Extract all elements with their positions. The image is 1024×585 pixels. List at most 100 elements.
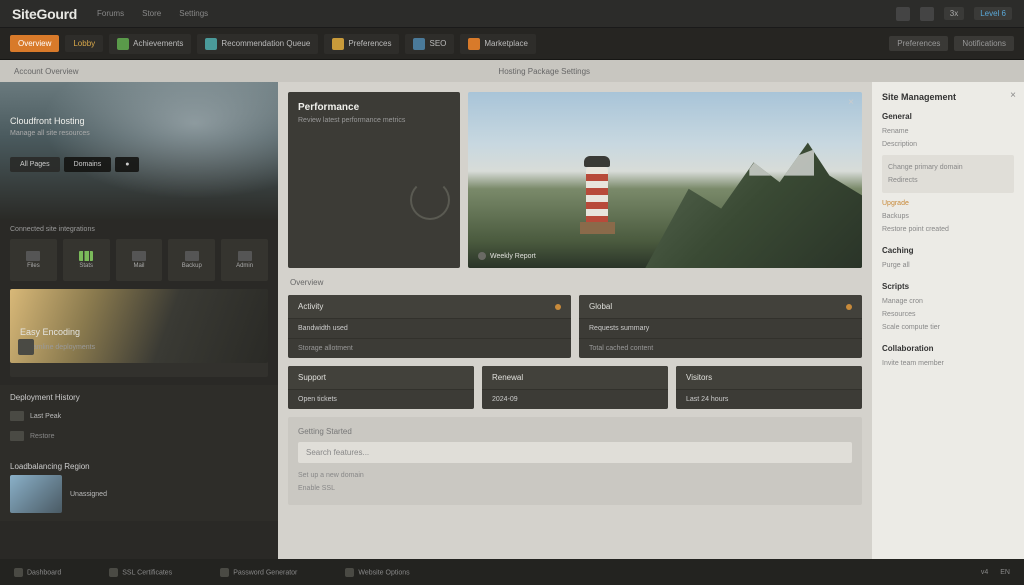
nav-chip[interactable]: Notifications: [954, 36, 1014, 51]
rp-item[interactable]: Rename: [882, 125, 1014, 138]
rp-item[interactable]: Backups: [882, 210, 1014, 223]
rp-item[interactable]: Manage cron: [882, 295, 1014, 308]
header-tab[interactable]: Store: [142, 9, 161, 18]
mail-icon: [132, 251, 146, 261]
sidebar: Cloudfront Hosting Manage all site resou…: [0, 82, 278, 559]
sidebar-row[interactable]: Last Peak: [10, 406, 268, 426]
nav-tab[interactable]: Achievements: [109, 34, 191, 54]
restore-icon: [10, 431, 24, 441]
sidebar-section-title: Loadbalancing Region: [0, 454, 278, 475]
crumb-mid: Hosting Package Settings: [498, 67, 590, 76]
rp-item[interactable]: Purge all: [882, 259, 1014, 272]
rp-item[interactable]: Restore point created: [882, 223, 1014, 236]
list-card: Global Requests summary Total cached con…: [579, 295, 862, 358]
sidebar-mic-icon[interactable]: ●: [115, 157, 139, 172]
footer-meta[interactable]: EN: [1000, 569, 1010, 576]
sidebar-tile[interactable]: Mail: [116, 239, 163, 281]
hero-image[interactable]: Weekly Report ×: [468, 92, 862, 268]
sidebar-label: Connected site integrations: [0, 220, 278, 239]
search-input[interactable]: Search features...: [298, 442, 852, 463]
brand-logo[interactable]: SiteGourd: [12, 6, 77, 22]
rp-section: Scripts: [882, 282, 1014, 291]
footer-meta: v4: [981, 569, 988, 576]
status-dot-icon: [846, 304, 852, 310]
header-chip[interactable]: 3x: [944, 7, 964, 20]
intro-sub: Review latest performance metrics: [298, 117, 450, 124]
rpanel-title: Site Management: [882, 92, 1014, 102]
main-content: Performance Review latest performance me…: [278, 82, 872, 559]
bell-icon[interactable]: [896, 7, 910, 21]
rp-section: Caching: [882, 246, 1014, 255]
footer-link[interactable]: SSL Certificates: [109, 568, 172, 577]
rp-item[interactable]: Change primary domain: [888, 161, 1008, 174]
sidebar-pill[interactable]: All Pages: [10, 157, 60, 172]
sidebar-pill[interactable]: Domains: [64, 157, 112, 172]
sidebar-tile[interactable]: Backup: [168, 239, 215, 281]
list-card: Visitors Last 24 hours: [676, 366, 862, 409]
square-icon: [117, 38, 129, 50]
footer: Dashboard SSL Certificates Password Gene…: [0, 559, 1024, 585]
square-icon: [413, 38, 425, 50]
region-label: Unassigned: [70, 491, 107, 498]
sidebar-tile[interactable]: Stats: [63, 239, 110, 281]
right-panel: × Site Management General Rename Descrip…: [872, 82, 1024, 559]
list-row[interactable]: Storage allotment: [288, 338, 571, 358]
nav-chip[interactable]: Preferences: [889, 36, 948, 51]
help-link[interactable]: Enable SSL: [298, 482, 852, 495]
sidebar-card[interactable]: Easy Encoding Streamline deployments: [10, 289, 268, 377]
help-link[interactable]: Set up a new domain: [298, 469, 852, 482]
card-hero-image: Easy Encoding Streamline deployments: [10, 289, 268, 363]
rp-item-upgrade[interactable]: Upgrade: [882, 197, 1014, 210]
list-row[interactable]: Requests summary: [579, 318, 862, 338]
card-head: Renewal: [492, 373, 523, 382]
list-row[interactable]: 2024-09: [482, 389, 668, 409]
sidebar-row[interactable]: Restore: [10, 426, 268, 446]
breadcrumb: Account Overview Hosting Package Setting…: [0, 60, 1024, 82]
header-tabs: Forums Store Settings: [97, 9, 208, 18]
clock-icon: [10, 411, 24, 421]
section-label: Overview: [288, 276, 862, 287]
footer-link[interactable]: Dashboard: [14, 568, 61, 577]
card-head: Global: [589, 302, 612, 311]
intro-panel: Performance Review latest performance me…: [288, 92, 460, 268]
header-tab[interactable]: Forums: [97, 9, 124, 18]
close-icon[interactable]: ×: [1010, 90, 1016, 101]
list-row[interactable]: Open tickets: [288, 389, 474, 409]
rp-item[interactable]: Redirects: [888, 174, 1008, 187]
nav-tab-lobby[interactable]: Lobby: [65, 35, 103, 52]
card-sub: Streamline deployments: [20, 344, 95, 351]
refresh-icon[interactable]: [920, 7, 934, 21]
crumb-left[interactable]: Account Overview: [14, 67, 78, 76]
list-row[interactable]: Total cached content: [579, 338, 862, 358]
sidebar-tile[interactable]: Files: [10, 239, 57, 281]
list-row[interactable]: Last 24 hours: [676, 389, 862, 409]
nav-tab[interactable]: Recommendation Queue: [197, 34, 318, 54]
list-row[interactable]: Bandwidth used: [288, 318, 571, 338]
region-thumbnail[interactable]: [10, 475, 62, 513]
footer-link[interactable]: Password Generator: [220, 568, 297, 577]
rp-section: Collaboration: [882, 344, 1014, 353]
rp-item[interactable]: Invite team member: [882, 357, 1014, 370]
hero-caption: Weekly Report: [490, 253, 536, 260]
close-icon[interactable]: ×: [846, 98, 856, 108]
rp-item[interactable]: Resources: [882, 308, 1014, 321]
card-head: Visitors: [686, 373, 712, 382]
sidebar-tile[interactable]: Admin: [221, 239, 268, 281]
sidebar-hero-title: Cloudfront Hosting: [10, 116, 268, 126]
footer-link[interactable]: Website Options: [345, 568, 409, 577]
rp-item[interactable]: Scale compute tier: [882, 321, 1014, 334]
header-chip-level[interactable]: Level 6: [974, 7, 1012, 20]
sidebar-hero-sub: Manage all site resources: [10, 130, 268, 137]
intro-title: Performance: [298, 102, 450, 113]
nav-tab[interactable]: Preferences: [324, 34, 399, 54]
loading-icon: [410, 180, 450, 220]
wide-title: Getting Started: [298, 427, 852, 436]
square-icon: [205, 38, 217, 50]
nav-tab-overview[interactable]: Overview: [10, 35, 59, 52]
nav-tab[interactable]: SEO: [405, 34, 454, 54]
app-header: SiteGourd Forums Store Settings 3x Level…: [0, 0, 1024, 28]
getting-started-card: Getting Started Search features... Set u…: [288, 417, 862, 505]
nav-tab[interactable]: Marketplace: [460, 34, 536, 54]
header-tab[interactable]: Settings: [179, 9, 208, 18]
rp-item[interactable]: Description: [882, 138, 1014, 151]
